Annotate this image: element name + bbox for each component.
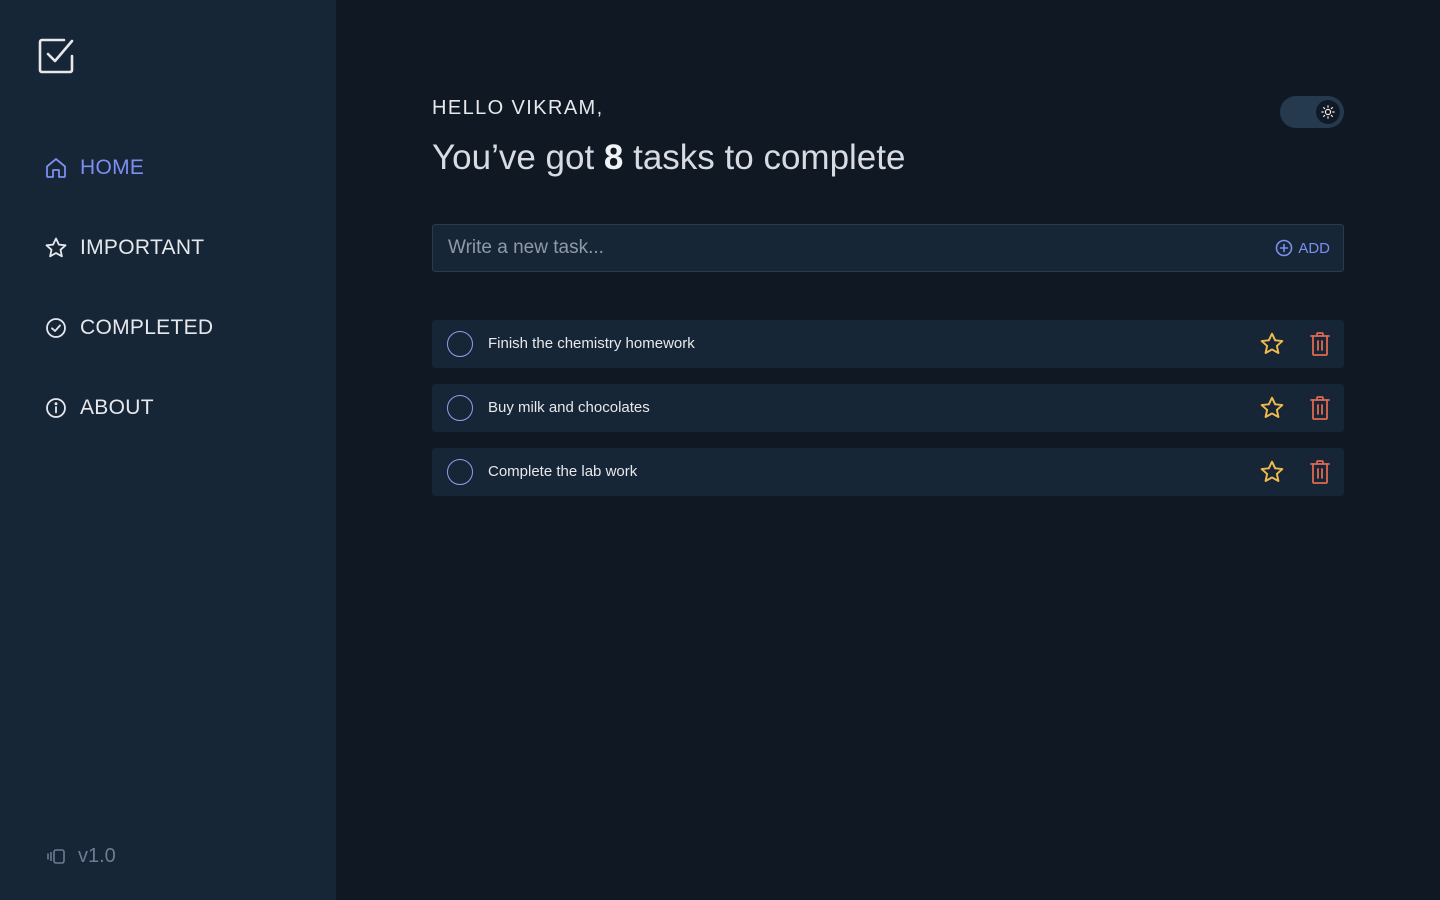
theme-toggle[interactable] bbox=[1280, 96, 1344, 128]
star-icon[interactable] bbox=[1259, 331, 1285, 357]
sidebar: HOME IMPORTANT COMPLETED ABOUT v1.0 bbox=[0, 0, 336, 900]
sidebar-item-label: HOME bbox=[80, 156, 145, 179]
version-icon bbox=[46, 847, 66, 867]
sidebar-item-home[interactable]: HOME bbox=[44, 156, 144, 180]
sidebar-item-label: ABOUT bbox=[80, 396, 154, 419]
info-icon bbox=[44, 396, 68, 420]
sidebar-item-about[interactable]: ABOUT bbox=[44, 396, 154, 420]
task-item: Finish the chemistry homework bbox=[432, 320, 1344, 368]
task-complete-checkbox[interactable] bbox=[447, 395, 473, 421]
task-title: Complete the lab work bbox=[488, 463, 638, 480]
page-title: You’ve got 8 tasks to complete bbox=[432, 138, 905, 178]
plus-circle-icon bbox=[1275, 239, 1293, 257]
new-task-input[interactable] bbox=[448, 225, 1248, 271]
sidebar-item-label: IMPORTANT bbox=[80, 236, 205, 259]
sidebar-item-label: COMPLETED bbox=[80, 316, 214, 339]
star-icon[interactable] bbox=[1259, 395, 1285, 421]
add-task-button[interactable]: ADD bbox=[1275, 239, 1330, 257]
check-circle-icon bbox=[44, 316, 68, 340]
task-item: Buy milk and chocolates bbox=[432, 384, 1344, 432]
sidebar-item-completed[interactable]: COMPLETED bbox=[44, 316, 213, 340]
new-task-bar: ADD bbox=[432, 224, 1344, 272]
greeting: HELLO VIKRAM, bbox=[432, 97, 604, 119]
star-icon[interactable] bbox=[1259, 459, 1285, 485]
task-item: Complete the lab work bbox=[432, 448, 1344, 496]
trash-icon[interactable] bbox=[1308, 459, 1332, 485]
task-complete-checkbox[interactable] bbox=[447, 331, 473, 357]
headline-suffix: tasks to complete bbox=[623, 138, 906, 177]
version-label: v1.0 bbox=[78, 845, 116, 867]
task-complete-checkbox[interactable] bbox=[447, 459, 473, 485]
headline-prefix: You’ve got bbox=[432, 138, 604, 177]
task-count: 8 bbox=[603, 138, 624, 177]
trash-icon[interactable] bbox=[1308, 395, 1332, 421]
add-task-label: ADD bbox=[1298, 239, 1330, 257]
checkbox-logo-icon bbox=[36, 36, 76, 76]
sidebar-item-important[interactable]: IMPORTANT bbox=[44, 236, 204, 260]
trash-icon[interactable] bbox=[1308, 331, 1332, 357]
home-icon bbox=[44, 156, 68, 180]
task-title: Finish the chemistry homework bbox=[488, 335, 695, 352]
star-icon bbox=[44, 236, 68, 260]
task-title: Buy milk and chocolates bbox=[488, 399, 650, 416]
sun-icon bbox=[1316, 100, 1340, 124]
version-info: v1.0 bbox=[46, 845, 116, 868]
